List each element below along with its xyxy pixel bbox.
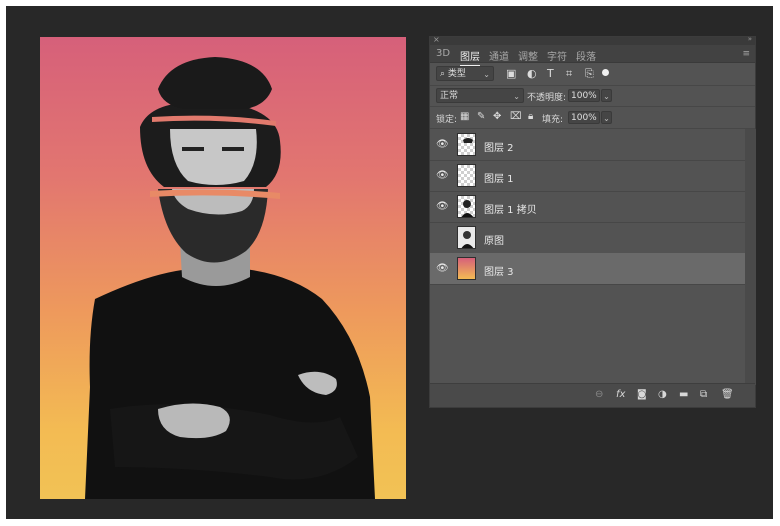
tab-character[interactable]: 字符	[547, 48, 567, 63]
shape-filter-icon[interactable]: ⌗	[566, 67, 572, 81]
collapse-icon[interactable]: »	[748, 35, 752, 43]
trash-icon[interactable]: 🗑︎	[721, 389, 734, 400]
hair-thumbnail-icon	[463, 138, 473, 143]
layer-row[interactable]: 👁︎ 图层 1 拷贝	[430, 191, 745, 223]
filter-kind-label: 类型	[447, 69, 466, 79]
new-layer-icon[interactable]: ⧉	[700, 389, 707, 400]
fx-icon[interactable]: fx	[616, 389, 625, 400]
type-filter-icon[interactable]: T	[547, 67, 554, 80]
panel-tabs: 3D 图层 通道 调整 字符 段落 ≡	[430, 45, 755, 67]
eye-icon[interactable]: 👁︎	[436, 201, 449, 212]
adjustment-icon[interactable]: ◑	[658, 389, 667, 400]
layer-name[interactable]: 图层 3	[484, 263, 514, 278]
filter-row: ⌕ 类型 ⌄ ▣ ◐ T ⌗ ⎘	[430, 63, 755, 86]
tab-adjustments[interactable]: 调整	[518, 48, 538, 63]
blend-row: 正常 ⌄ 不透明度: 100% ⌄	[430, 86, 755, 107]
adjustment-filter-icon[interactable]: ◐	[527, 67, 537, 80]
filter-kind-select[interactable]: ⌕ 类型 ⌄	[436, 66, 494, 81]
layer-name[interactable]: 图层 1 拷贝	[484, 201, 537, 216]
link-icon[interactable]: ⊖	[595, 389, 603, 400]
blend-mode-label: 正常	[440, 91, 459, 101]
layer-name[interactable]: 原图	[484, 232, 504, 247]
layer-name[interactable]: 图层 1	[484, 170, 514, 185]
fill-label: 填充:	[542, 115, 564, 125]
smart-object-filter-icon[interactable]: ⎘	[585, 67, 594, 81]
tab-channels[interactable]: 通道	[489, 48, 509, 63]
fill-dropdown-icon[interactable]: ⌄	[601, 111, 612, 124]
tab-layers[interactable]: 图层	[460, 48, 480, 67]
opacity-input[interactable]: 100%	[568, 89, 600, 102]
layer-thumbnail	[457, 133, 476, 156]
portrait-artwork	[85, 57, 375, 499]
tab-paragraph[interactable]: 段落	[576, 48, 596, 63]
lock-label: 锁定:	[436, 115, 458, 125]
folder-icon[interactable]: ▬	[679, 389, 688, 400]
layer-row-selected[interactable]: 👁︎ 图层 3	[430, 253, 745, 285]
layer-row[interactable]: 👁︎ 图层 2	[430, 129, 745, 161]
chevron-down-icon: ⌄	[513, 92, 520, 101]
layer-row[interactable]: 原图	[430, 222, 745, 254]
layers-panel: × » 3D 图层 通道 调整 字符 段落 ≡ ⌕ 类型 ⌄ ▣ ◐ T ⌗ ⎘	[429, 35, 756, 408]
panel-menu-icon[interactable]: ≡	[742, 49, 750, 59]
layer-thumbnail	[457, 226, 476, 249]
lock-position-icon[interactable]: ✥	[493, 111, 501, 122]
panel-titlebar: × »	[430, 35, 755, 45]
filter-toggle-icon[interactable]	[602, 69, 609, 76]
photoshop-workspace: × » 3D 图层 通道 调整 字符 段落 ≡ ⌕ 类型 ⌄ ▣ ◐ T ⌗ ⎘	[6, 6, 773, 519]
eye-icon[interactable]: 👁︎	[436, 263, 449, 274]
document-canvas[interactable]	[40, 37, 406, 499]
search-icon: ⌕	[440, 69, 446, 79]
layers-list: 👁︎ 图层 2 👁︎ 图层 1 👁︎ 图层 1 拷贝 原图 👁︎ 图层 3	[430, 129, 745, 293]
mask-icon[interactable]: ◙	[637, 389, 647, 400]
chevron-down-icon: ⌄	[483, 70, 490, 79]
portrait-thumbnail-icon	[461, 200, 474, 217]
lock-pixels-icon[interactable]: ✎	[477, 111, 485, 122]
layers-bottom-bar: ⊖ fx ◙ ◑ ▬ ⧉ 🗑︎	[430, 383, 755, 407]
tab-3d[interactable]: 3D	[436, 48, 450, 59]
opacity-dropdown-icon[interactable]: ⌄	[601, 89, 612, 102]
layer-thumbnail	[457, 257, 476, 280]
photo-thumbnail-icon	[461, 231, 474, 248]
layers-scrollbar[interactable]	[745, 129, 756, 385]
pixel-filter-icon[interactable]: ▣	[506, 67, 516, 80]
lock-artboard-icon[interactable]: ⌧	[510, 111, 522, 122]
opacity-label: 不透明度:	[527, 93, 567, 103]
eye-icon[interactable]: 👁︎	[436, 139, 449, 150]
lock-row: 锁定: ▦ ✎ ✥ ⌧ 🔒︎ 填充: 100% ⌄	[430, 107, 755, 129]
blend-mode-select[interactable]: 正常 ⌄	[436, 88, 524, 103]
layer-thumbnail	[457, 164, 476, 187]
close-icon[interactable]: ×	[433, 35, 440, 44]
layer-thumbnail	[457, 195, 476, 218]
layer-name[interactable]: 图层 2	[484, 139, 514, 154]
lock-transparency-icon[interactable]: ▦	[460, 111, 469, 122]
fill-input[interactable]: 100%	[568, 111, 600, 124]
lock-all-icon[interactable]: 🔒︎	[528, 111, 533, 122]
eye-icon[interactable]: 👁︎	[436, 170, 449, 181]
layer-row[interactable]: 👁︎ 图层 1	[430, 160, 745, 192]
